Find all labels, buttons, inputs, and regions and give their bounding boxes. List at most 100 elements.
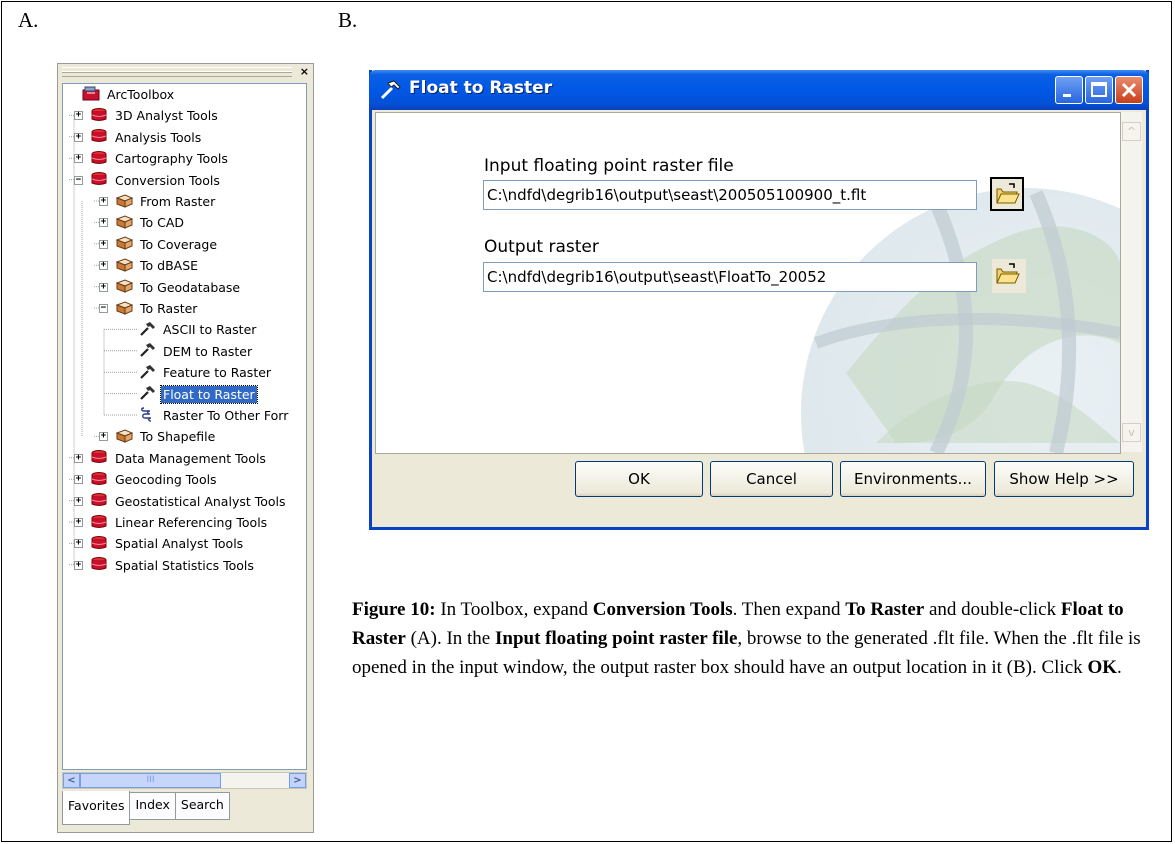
tree-item[interactable]: ArcToolbox bbox=[82, 84, 176, 105]
open-folder-icon bbox=[996, 263, 1020, 284]
tree-item[interactable]: To Raster bbox=[115, 298, 199, 319]
output-browse-button[interactable] bbox=[992, 259, 1026, 293]
toolbox-icon bbox=[90, 150, 113, 168]
tree-item-label: Raster To Other Forr bbox=[163, 408, 289, 423]
tab-index[interactable]: Index bbox=[129, 792, 176, 820]
tree-item-label: Float to Raster bbox=[160, 384, 258, 404]
collapse-icon[interactable]: − bbox=[99, 304, 108, 313]
caption-bold: Conversion Tools bbox=[592, 599, 733, 620]
close-icon bbox=[1121, 82, 1137, 98]
toolbox-icon bbox=[90, 449, 113, 467]
expand-icon[interactable]: + bbox=[99, 432, 108, 442]
output-raster-field[interactable]: C:\ndfd\degrib16\output\seast\FloatTo_20… bbox=[483, 262, 977, 292]
tree-item-label: Analysis Tools bbox=[115, 129, 202, 145]
output-raster-label: Output raster bbox=[484, 237, 599, 257]
tree-item[interactable]: Geostatistical Analyst Tools bbox=[90, 491, 288, 512]
ok-button[interactable]: OK bbox=[575, 461, 703, 497]
caption-text: (A). In the bbox=[405, 628, 495, 649]
scroll-up-button[interactable]: ^ bbox=[1122, 122, 1141, 141]
expand-icon[interactable]: + bbox=[74, 132, 83, 142]
tree-item[interactable]: To Geodatabase bbox=[115, 277, 242, 298]
scroll-left-button[interactable]: < bbox=[63, 773, 80, 788]
expand-icon[interactable]: + bbox=[74, 560, 83, 570]
tree-item-label: Linear Referencing Tools bbox=[115, 515, 268, 530]
tree-item-label: Data Management Tools bbox=[115, 450, 266, 466]
input-raster-field[interactable]: C:\ndfd\degrib16\output\seast\2005051009… bbox=[483, 180, 977, 210]
expand-icon[interactable]: + bbox=[99, 239, 108, 249]
close-icon[interactable]: × bbox=[300, 65, 309, 78]
tree-item[interactable]: ASCII to Raster bbox=[138, 319, 258, 340]
tree-item[interactable]: To Shapefile bbox=[115, 426, 217, 447]
expand-icon[interactable]: + bbox=[99, 282, 108, 292]
maximize-icon bbox=[1091, 82, 1107, 97]
tree-item-label: To CAD bbox=[140, 215, 185, 231]
expand-icon[interactable]: + bbox=[74, 518, 83, 527]
caption-text: and double-click bbox=[924, 599, 1061, 620]
toolbox-icon bbox=[90, 535, 113, 553]
tree-item[interactable]: Linear Referencing Tools bbox=[90, 512, 269, 533]
open-folder-icon bbox=[996, 183, 1020, 204]
dialog-titlebar[interactable]: Float to Raster bbox=[369, 70, 1149, 110]
scroll-thumb[interactable]: III bbox=[80, 773, 221, 788]
tree-item[interactable]: 3D Analyst Tools bbox=[90, 105, 220, 126]
tab-search[interactable]: Search bbox=[174, 792, 230, 820]
tree-item-label: Spatial Statistics Tools bbox=[115, 557, 254, 573]
tree-item[interactable]: Float to Raster bbox=[138, 384, 258, 405]
tree-item-label: Geostatistical Analyst Tools bbox=[115, 493, 286, 509]
tree-item[interactable]: To Coverage bbox=[115, 234, 219, 255]
tree-item[interactable]: Spatial Analyst Tools bbox=[90, 533, 245, 554]
environments-button[interactable]: Environments... bbox=[840, 461, 986, 497]
toolset-icon bbox=[115, 428, 138, 446]
cancel-button[interactable]: Cancel bbox=[710, 461, 833, 497]
tree-item[interactable]: To CAD bbox=[115, 212, 186, 233]
script-icon bbox=[138, 406, 161, 425]
toolbox-tree: ArcToolbox 3D Analyst Tools + Analysis Tool… bbox=[62, 83, 307, 770]
expand-icon[interactable]: + bbox=[74, 111, 83, 121]
expand-icon[interactable]: + bbox=[74, 475, 83, 485]
expand-icon[interactable]: + bbox=[74, 154, 83, 164]
close-button[interactable] bbox=[1115, 76, 1143, 104]
expand-icon[interactable]: + bbox=[99, 261, 108, 271]
tree-item-label: From Raster bbox=[140, 194, 216, 209]
tree-item[interactable]: Feature to Raster bbox=[138, 362, 273, 383]
tree-item[interactable]: To dBASE bbox=[115, 255, 200, 276]
tree-item[interactable]: Analysis Tools bbox=[90, 127, 203, 148]
dialog-parameters-pane: Input floating point raster file C:\ndfd… bbox=[375, 112, 1121, 454]
tree-item-label: ASCII to Raster bbox=[163, 322, 257, 338]
input-browse-button[interactable] bbox=[990, 177, 1024, 211]
minimize-icon bbox=[1063, 94, 1071, 97]
minimize-button[interactable] bbox=[1055, 76, 1083, 104]
tree-item[interactable]: From Raster bbox=[115, 191, 217, 212]
arctoolbox-panel: × ArcToolbox 3D Analyst Tools + Analysis To… bbox=[57, 63, 314, 833]
expand-icon[interactable]: + bbox=[74, 496, 83, 506]
tree-item[interactable]: Geocoding Tools bbox=[90, 469, 219, 490]
show-help-button[interactable]: Show Help >> bbox=[994, 461, 1134, 497]
tree-item[interactable]: DEM to Raster bbox=[138, 341, 254, 362]
horizontal-scrollbar[interactable]: < III > bbox=[62, 772, 307, 789]
maximize-button[interactable] bbox=[1085, 76, 1113, 104]
caption-text: . bbox=[1117, 657, 1122, 678]
tree-item-label: Spatial Analyst Tools bbox=[115, 536, 244, 552]
tree-item-label: ArcToolbox bbox=[107, 87, 175, 102]
expand-icon[interactable]: + bbox=[99, 197, 108, 206]
scroll-right-button[interactable]: > bbox=[289, 773, 306, 788]
tree-item[interactable]: Raster To Other Forr bbox=[138, 405, 290, 426]
collapse-icon[interactable]: − bbox=[74, 175, 83, 185]
panel-grip[interactable] bbox=[62, 67, 292, 77]
tree-item[interactable]: Cartography Tools bbox=[90, 148, 230, 169]
tab-favorites[interactable]: Favorites bbox=[62, 791, 131, 825]
vertical-scrollbar[interactable]: ^ v bbox=[1121, 112, 1142, 452]
scroll-down-button[interactable]: v bbox=[1122, 423, 1141, 442]
tree-item[interactable]: Spatial Statistics Tools bbox=[90, 555, 256, 576]
tree-item[interactable]: Conversion Tools bbox=[90, 170, 222, 191]
expand-icon[interactable]: + bbox=[74, 453, 83, 463]
toolbox-icon bbox=[90, 492, 113, 510]
hammer-icon bbox=[380, 80, 401, 100]
expand-icon[interactable]: + bbox=[74, 539, 83, 549]
tree-item[interactable]: Data Management Tools bbox=[90, 448, 268, 469]
expand-icon[interactable]: + bbox=[99, 218, 108, 228]
caption-bold: To Raster bbox=[845, 599, 925, 620]
tree-item-label: 3D Analyst Tools bbox=[115, 108, 218, 124]
panel-label-b: B. bbox=[338, 8, 358, 32]
panel-label-a: A. bbox=[18, 8, 39, 32]
